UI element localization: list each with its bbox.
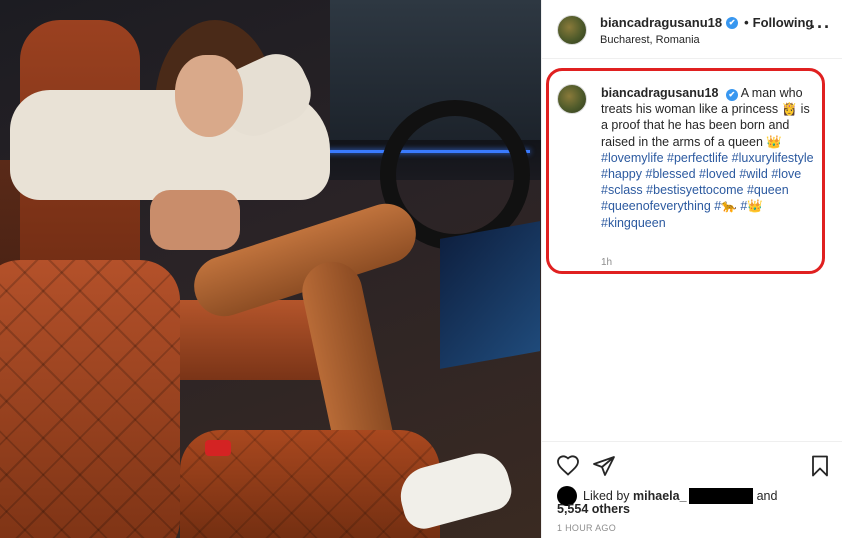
action-bar: Liked by mihaela_ and 5,554 others 1 HOUR… <box>542 441 842 538</box>
person-face <box>175 55 243 137</box>
post-timestamp[interactable]: 1 HOUR AGO <box>557 523 616 533</box>
liker-username[interactable]: mihaela_ <box>633 489 687 503</box>
location-link[interactable]: Bucharest, Romania <box>600 34 700 46</box>
highlight-annotation <box>546 68 825 274</box>
header-username[interactable]: biancadragusanu18 <box>600 15 722 30</box>
header-user-line: biancadragusanu18 ✔ • Following <box>600 15 813 30</box>
likes-count-link[interactable]: 5,554 others <box>557 502 630 516</box>
bookmark-icon[interactable] <box>808 454 832 478</box>
separator-dot: • <box>744 15 749 30</box>
avatar[interactable] <box>557 15 587 45</box>
more-options-icon[interactable]: ··· <box>810 18 831 36</box>
post-side-panel: biancadragusanu18 ✔ • Following Buchares… <box>541 0 842 538</box>
redaction-bar <box>688 488 753 504</box>
infotainment-screen <box>440 221 540 369</box>
following-button[interactable]: Following <box>753 15 814 30</box>
seat-button <box>205 440 231 456</box>
instagram-post: biancadragusanu18 ✔ • Following Buchares… <box>0 0 842 538</box>
verified-badge-icon: ✔ <box>726 16 739 29</box>
post-photo[interactable] <box>0 0 541 538</box>
liked-by-and: and <box>756 489 778 503</box>
paper-plane-icon[interactable] <box>592 454 616 478</box>
person-torso <box>150 190 240 250</box>
heart-outline-icon[interactable] <box>556 454 580 478</box>
liked-by-prefix: Liked by <box>583 489 630 503</box>
post-header: biancadragusanu18 ✔ • Following Buchares… <box>542 0 842 59</box>
front-seat-quilted <box>0 260 180 538</box>
